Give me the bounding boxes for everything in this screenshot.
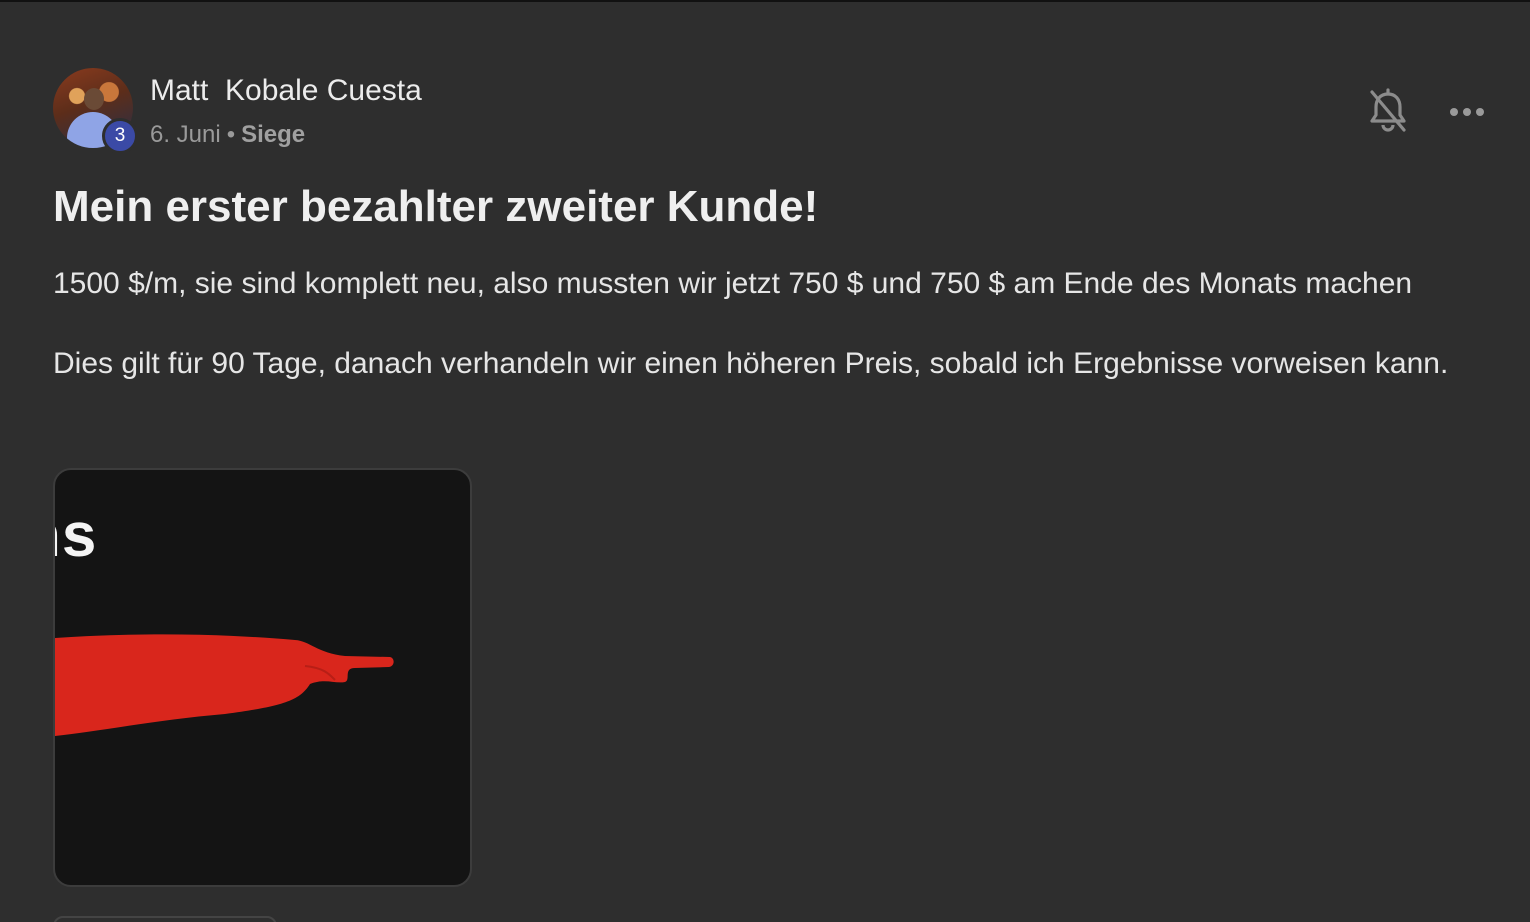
next-element-edge <box>53 916 277 922</box>
level-badge: 3 <box>102 118 138 154</box>
post-category[interactable]: Siege <box>241 121 305 148</box>
post-card: 3 Matt Kobale Cuesta 6. Juni • Siege Mein … <box>0 0 1530 922</box>
post-body-paragraph: Dies gilt für 90 Tage, danach verhandeln… <box>53 347 1449 380</box>
post-title: Mein erster bezahlter zweiter Kunde! <box>53 182 819 231</box>
post-body-paragraph: 1500 $/m, sie sind komplett neu, also mu… <box>53 267 1413 300</box>
attachment-red-stroke-graphic <box>55 634 394 736</box>
author-name[interactable]: Matt Kobale Cuesta <box>150 74 422 108</box>
post-meta: 6. Juni • Siege <box>150 121 305 149</box>
post-date[interactable]: 6. Juni <box>150 121 221 148</box>
notification-toggle-button[interactable] <box>1366 88 1410 134</box>
avatar-head <box>84 88 104 110</box>
bell-off-icon <box>1370 88 1406 132</box>
post-image-attachment[interactable]: ns <box>53 468 472 887</box>
more-horizontal-icon <box>1450 108 1484 116</box>
meta-separator: • <box>226 121 236 148</box>
more-options-button[interactable] <box>1442 94 1492 130</box>
author-avatar-wrapper[interactable]: 3 <box>53 68 138 154</box>
